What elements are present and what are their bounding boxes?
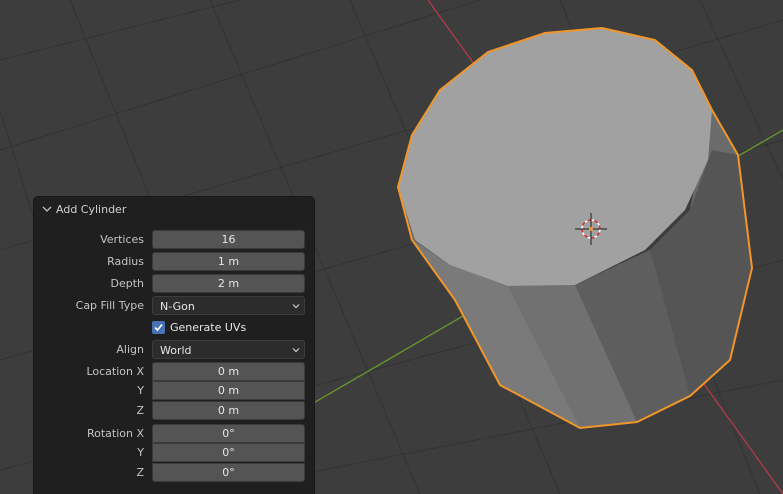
location-x-row: Location X 0 m [34, 362, 314, 382]
panel-header[interactable]: Add Cylinder [34, 197, 314, 223]
generate-uvs-row: Generate UVs [34, 318, 314, 338]
location-y-field[interactable]: 0 m [152, 381, 305, 400]
panel-title: Add Cylinder [56, 203, 127, 216]
cap-fill-dropdown[interactable]: N-Gon [152, 296, 305, 315]
location-z-field[interactable]: 0 m [152, 401, 305, 420]
rotation-z-label: Z [136, 466, 144, 479]
rotation-x-row: Rotation X 0° [34, 424, 314, 444]
location-x-field[interactable]: 0 m [152, 362, 305, 381]
cap-fill-label: Cap Fill Type [75, 299, 144, 312]
rotation-y-row: Y 0° [34, 443, 314, 463]
dropdown-arrow-icon [292, 348, 300, 353]
rotation-x-label: Rotation X [86, 427, 144, 440]
chevron-down-icon[interactable] [42, 205, 52, 213]
cap-fill-row: Cap Fill Type N-Gon [34, 296, 314, 316]
align-row: Align World [34, 340, 314, 360]
vertices-field[interactable]: 16 [152, 230, 305, 249]
location-z-row: Z 0 m [34, 401, 314, 421]
rotation-z-row: Z 0° [34, 463, 314, 483]
cap-fill-value: N-Gon [160, 300, 195, 313]
location-z-label: Z [136, 404, 144, 417]
generate-uvs-checkbox[interactable] [152, 321, 165, 334]
location-y-label: Y [137, 384, 144, 397]
align-dropdown[interactable]: World [152, 340, 305, 359]
vertices-label: Vertices [100, 233, 144, 246]
align-label: Align [116, 343, 144, 356]
depth-field[interactable]: 2 m [152, 274, 305, 293]
radius-field[interactable]: 1 m [152, 252, 305, 271]
rotation-y-label: Y [137, 446, 144, 459]
rotation-z-field[interactable]: 0° [152, 463, 305, 482]
rotation-x-field[interactable]: 0° [152, 424, 305, 443]
location-x-label: Location X [86, 365, 144, 378]
generate-uvs-label[interactable]: Generate UVs [170, 321, 246, 334]
dropdown-arrow-icon [292, 304, 300, 309]
radius-label: Radius [107, 255, 144, 268]
depth-row: Depth 2 m [34, 274, 314, 294]
vertices-row: Vertices 16 [34, 230, 314, 250]
radius-row: Radius 1 m [34, 252, 314, 272]
align-value: World [160, 344, 192, 357]
location-y-row: Y 0 m [34, 381, 314, 401]
checkmark-icon [154, 323, 163, 332]
rotation-y-field[interactable]: 0° [152, 443, 305, 462]
cylinder-object[interactable] [396, 26, 754, 430]
operator-panel: Add Cylinder Vertices 16 Radius 1 m Dept… [34, 197, 314, 494]
depth-label: Depth [110, 277, 144, 290]
